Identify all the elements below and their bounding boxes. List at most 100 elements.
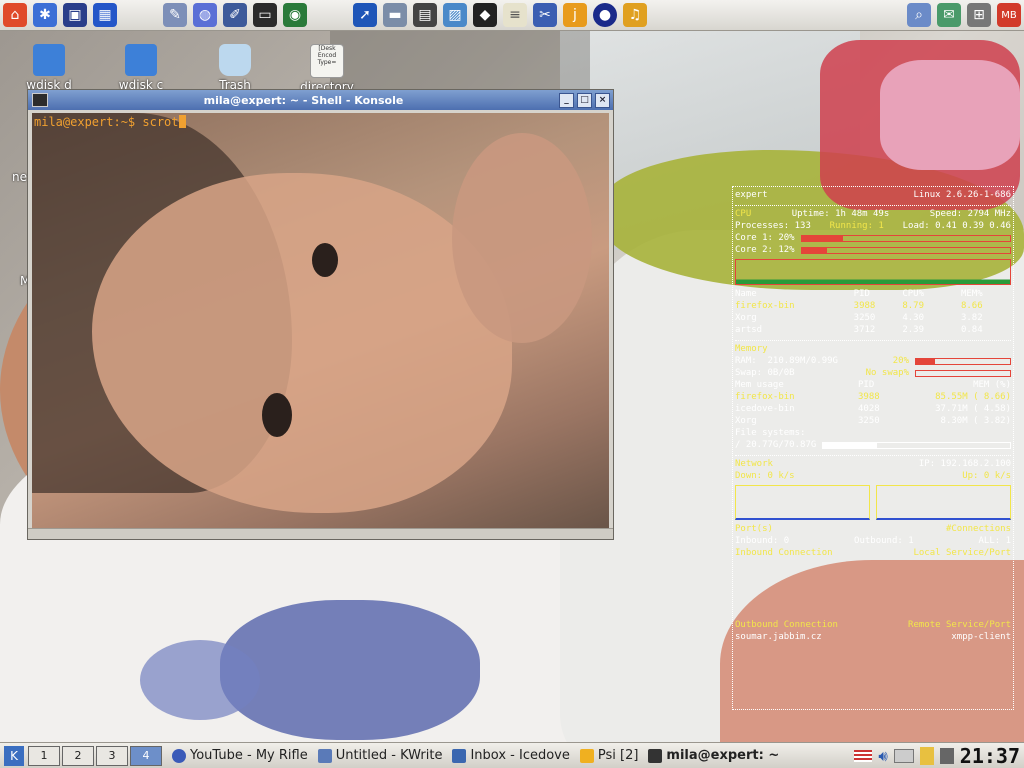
task-youtube[interactable]: YouTube - My Rifle: [172, 748, 308, 763]
battery-icon[interactable]: [939, 747, 954, 764]
proc-mem: 8.66: [960, 301, 983, 311]
film-icon[interactable]: ▤: [413, 3, 437, 27]
horizontal-scrollbar[interactable]: [28, 528, 613, 539]
photo-icon[interactable]: ▨: [443, 3, 467, 27]
conky-remote-service: Remote Service/Port: [908, 620, 1011, 630]
clock[interactable]: 21:37: [960, 744, 1020, 768]
settings-icon[interactable]: ✱: [33, 3, 57, 27]
folder-icon: [125, 44, 157, 76]
tools-icon[interactable]: ✂: [533, 3, 557, 27]
window-title: mila@expert: ~ - Shell - Konsole: [203, 93, 404, 107]
web-icon[interactable]: ✎: [163, 3, 187, 27]
mem-proc-pid: 3988: [858, 392, 880, 402]
keyboard-icon[interactable]: [893, 748, 914, 763]
window-icon[interactable]: ▣: [63, 3, 87, 27]
globe-icon[interactable]: ◍: [193, 3, 217, 27]
icedove-icon: [452, 748, 467, 763]
monitor-icon[interactable]: ▭: [253, 3, 277, 27]
conky-load: Load: 0.41 0.39 0.46: [902, 221, 1011, 231]
task-psi[interactable]: Psi [2]: [579, 748, 638, 763]
conky-ram: RAM: 210.89M/0.99G: [735, 356, 838, 366]
text-cursor: [178, 115, 186, 128]
download-graph: [735, 485, 870, 520]
us-flag-icon[interactable]: [854, 749, 873, 762]
conky-core2: Core 2: 12%: [735, 245, 795, 255]
proc-mem: 0.84: [960, 325, 983, 335]
terminal-prompt-line: mila@expert:~$ scrot: [34, 115, 186, 129]
conky-processes: Processes: 133: [735, 221, 811, 231]
mb-icon[interactable]: MB: [997, 3, 1021, 27]
conky-swap: Swap: 0B/0B: [735, 368, 795, 378]
paper-icon[interactable]: ✉: [937, 3, 961, 27]
tiles-icon[interactable]: ▦: [93, 3, 117, 27]
prompt-text: mila@expert:~$: [34, 115, 143, 129]
core1-bar: [800, 235, 1011, 242]
conky-inbound-connection: Inbound Connection: [735, 548, 833, 558]
k-menu-button[interactable]: K: [4, 745, 24, 766]
conky-system-monitor: expert Linux 2.6.26-1-686 CPU Uptime: 1h…: [732, 186, 1014, 710]
conky-remote-host: soumar.jabbim.cz: [735, 632, 822, 642]
proc-cpu: 8.79: [902, 301, 924, 311]
volume-icon[interactable]: 🔊︎: [878, 747, 887, 765]
network-icon[interactable]: ⊞: [967, 3, 991, 27]
firefox-icon: [172, 748, 186, 763]
sphere-icon[interactable]: ●: [593, 3, 617, 27]
mem-proc-mem: 8.30M ( 3.82): [940, 416, 1011, 426]
bus-icon[interactable]: ▬: [383, 3, 407, 27]
ink-icon[interactable]: ◆: [473, 3, 497, 27]
minimize-button[interactable]: _: [559, 92, 574, 108]
conky-running: Running: 1: [829, 221, 884, 231]
maximize-button[interactable]: □: [577, 92, 592, 108]
bottom-taskbar: K 1 2 3 4 YouTube - My Rifle Untitled - …: [0, 742, 1024, 768]
conky-memory-label: Memory: [735, 344, 768, 354]
conky-network-label: Network: [735, 459, 773, 469]
mem-proc-mem: 37.71M ( 4.58): [935, 404, 1011, 414]
proc-header-pid: PID: [853, 289, 870, 299]
konsole-window[interactable]: mila@expert: ~ - Shell - Konsole _ □ × m…: [27, 89, 614, 540]
task-icedove[interactable]: Inbox - Icedove: [452, 748, 570, 763]
terminal-icon: [648, 748, 663, 763]
core2-bar: [800, 247, 1011, 254]
task-konsole[interactable]: mila@expert: ~: [648, 748, 779, 763]
conky-connections-label: #Connections: [945, 524, 1011, 534]
pager-desktop-4[interactable]: 4: [130, 745, 162, 766]
cpu-graph: [735, 259, 1011, 285]
desktop-pager: 1 2 3 4: [28, 745, 164, 766]
konsole-titlebar[interactable]: mila@expert: ~ - Shell - Konsole _ □ ×: [28, 90, 613, 110]
magnifier-icon[interactable]: ⌕: [907, 3, 931, 27]
edit-icon[interactable]: ✐: [223, 3, 247, 27]
terminal-area[interactable]: mila@expert:~$ scrot: [32, 113, 609, 528]
proc-cpu: 4.30: [902, 313, 924, 323]
kwrite-icon: [317, 748, 332, 763]
terminal-icon[interactable]: [32, 93, 48, 107]
klipper-icon[interactable]: [919, 746, 934, 765]
headphones-icon[interactable]: ♫: [623, 3, 647, 27]
close-button[interactable]: ×: [595, 92, 610, 108]
earth-icon[interactable]: ◉: [283, 3, 307, 27]
je-icon[interactable]: j: [563, 3, 587, 27]
task-label: Untitled - KWrite: [335, 748, 443, 763]
conky-outbound-connection: Outbound Connection: [735, 620, 838, 630]
conky-ram-pct: 20%: [892, 356, 909, 366]
task-kwrite[interactable]: Untitled - KWrite: [317, 748, 443, 763]
conky-cpu-label: CPU: [735, 209, 752, 219]
pager-desktop-3[interactable]: 3: [96, 745, 128, 766]
pager-desktop-2[interactable]: 2: [62, 745, 94, 766]
home-icon[interactable]: ⌂: [3, 3, 27, 27]
task-label: Inbox - Icedove: [470, 748, 570, 763]
proc-cpu: 2.39: [902, 325, 924, 335]
conky-speed: Speed: 2794 MHz: [929, 209, 1011, 219]
conky-down: Down: 0 k/s: [735, 471, 795, 481]
desktop-icon-wdisk-d[interactable]: wdisk d: [12, 44, 86, 92]
pager-desktop-1[interactable]: 1: [28, 745, 60, 766]
notes-icon[interactable]: ≡: [503, 3, 527, 27]
folder-icon: [33, 44, 65, 76]
conky-all: ALL: 1: [978, 536, 1011, 546]
compass-icon[interactable]: ➚: [353, 3, 377, 27]
proc-pid: 3250: [853, 313, 876, 323]
conky-fs: / 20.77G/70.87G: [735, 440, 817, 450]
desktop-icon-wdisk-c[interactable]: wdisk c: [104, 44, 178, 92]
task-label: YouTube - My Rifle: [190, 748, 308, 763]
desktop-icon-trash[interactable]: Trash: [198, 44, 272, 92]
desktop-icon-directory[interactable]: [Desk Encod Type= directory: [290, 44, 364, 94]
